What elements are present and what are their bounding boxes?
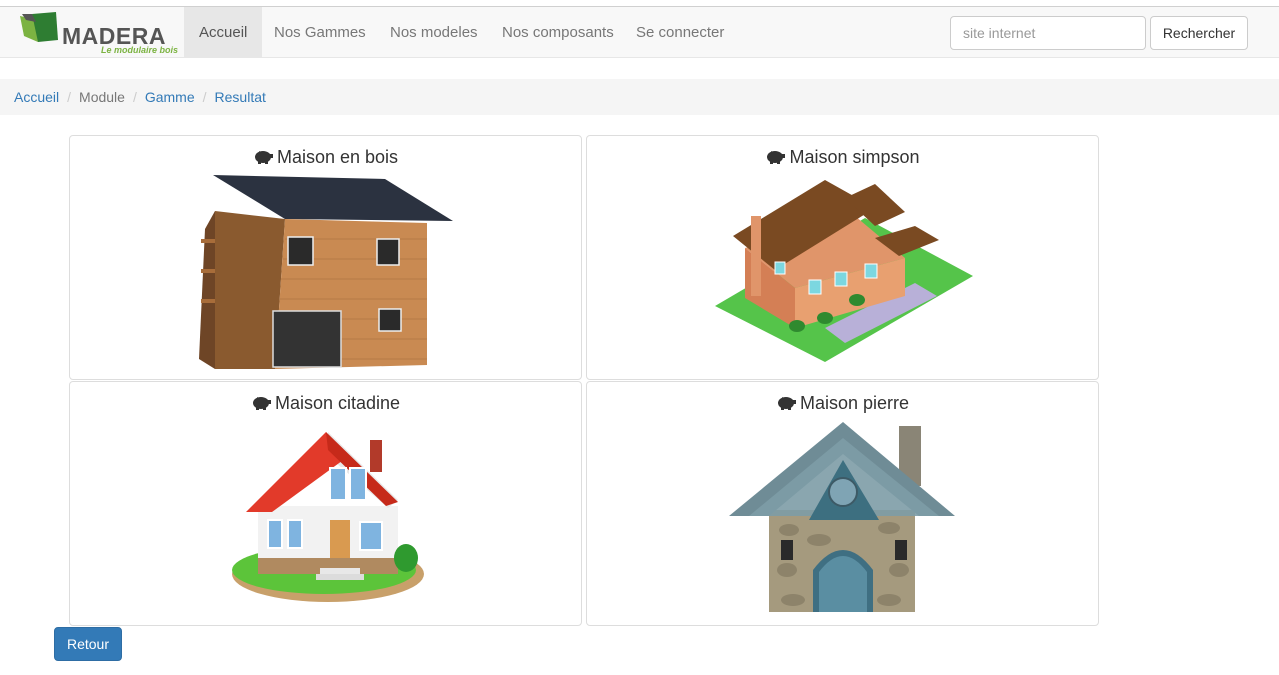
nav-item-nos-gammes[interactable]: Nos Gammes bbox=[259, 7, 381, 58]
wooden-house-image bbox=[199, 175, 453, 369]
piggy-bank-icon bbox=[767, 151, 786, 164]
nav-item-se-connecter[interactable]: Se connecter bbox=[621, 7, 739, 58]
card-title-text: Maison citadine bbox=[274, 393, 401, 413]
card-maison-en-bois[interactable]: Maison en bois bbox=[69, 135, 582, 380]
simpson-house-image bbox=[715, 180, 973, 362]
nav-item-accueil[interactable]: Accueil bbox=[184, 7, 263, 58]
city-house-image bbox=[232, 432, 424, 602]
card-maison-simpson[interactable]: Maison simpson bbox=[586, 135, 1099, 380]
search-input[interactable] bbox=[950, 16, 1146, 50]
brand-tagline: Le modulaire bois bbox=[101, 45, 179, 55]
breadcrumb-module: Module bbox=[79, 89, 125, 105]
card-title-text: Maison simpson bbox=[789, 147, 920, 167]
piggy-bank-icon bbox=[254, 151, 273, 164]
breadcrumb-separator: / bbox=[202, 89, 207, 105]
piggy-bank-icon bbox=[252, 397, 271, 410]
card-maison-pierre[interactable]: Maison pierre bbox=[586, 381, 1099, 626]
card-title: Maison citadine bbox=[70, 393, 581, 414]
breadcrumb-accueil[interactable]: Accueil bbox=[14, 89, 59, 105]
brand-logo[interactable]: MADERA Le modulaire bois bbox=[18, 12, 184, 55]
breadcrumb-gamme[interactable]: Gamme bbox=[145, 89, 195, 105]
madera-logo-icon bbox=[20, 12, 58, 42]
card-title: Maison simpson bbox=[587, 147, 1098, 168]
card-title-text: Maison pierre bbox=[799, 393, 910, 413]
card-title: Maison pierre bbox=[587, 393, 1098, 414]
card-title: Maison en bois bbox=[70, 147, 581, 168]
piggy-bank-icon bbox=[777, 397, 796, 410]
breadcrumb-resultat[interactable]: Resultat bbox=[215, 89, 266, 105]
stone-house-image bbox=[729, 422, 955, 612]
card-maison-citadine[interactable]: Maison citadine bbox=[69, 381, 582, 626]
navbar: MADERA Le modulaire bois Accueil Nos Gam… bbox=[0, 7, 1279, 58]
nav-item-nos-modeles[interactable]: Nos modeles bbox=[375, 7, 493, 58]
retour-button[interactable]: Retour bbox=[54, 627, 122, 661]
card-title-text: Maison en bois bbox=[276, 147, 399, 167]
breadcrumb-separator: / bbox=[67, 89, 72, 105]
breadcrumb: Accueil / Module / Gamme / Resultat bbox=[0, 79, 1279, 115]
breadcrumb-separator: / bbox=[132, 89, 137, 105]
nav-item-nos-composants[interactable]: Nos composants bbox=[487, 7, 629, 58]
search-button[interactable]: Rechercher bbox=[1150, 16, 1248, 50]
